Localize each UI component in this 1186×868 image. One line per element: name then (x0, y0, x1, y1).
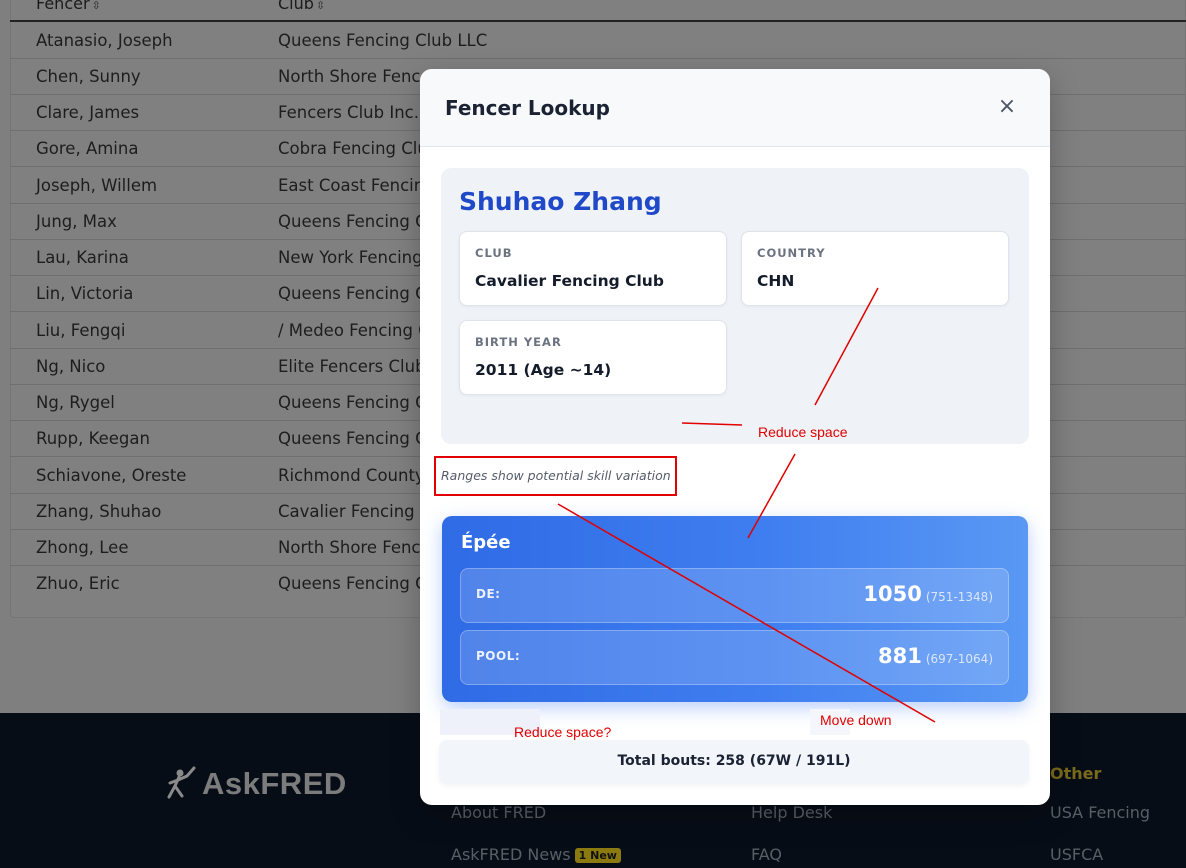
footer-link-about[interactable]: About FRED (451, 803, 546, 822)
new-badge: 1 New (574, 848, 621, 863)
epee-rating-card: Épée DE: 1050 (751-1348) POOL: 881 (697-10… (442, 516, 1028, 702)
fencer-name-cell: Zhuo, Eric (36, 574, 120, 593)
de-rating-value: 1050 (863, 582, 922, 606)
pool-rating-range: (697-1064) (925, 652, 993, 666)
pool-rating-value: 881 (878, 644, 922, 668)
fencer-name-cell: Lin, Victoria (36, 284, 134, 303)
footer-link-faq[interactable]: FAQ (751, 845, 782, 864)
total-bouts-box: Total bouts: 258 (67W / 191L) (439, 740, 1029, 784)
club-cell: Elite Fencers Club (278, 357, 426, 376)
fencer-lookup-modal: Fencer Lookup × Shuhao Zhang CLUB Cavali… (420, 69, 1050, 805)
club-info-card: CLUB Cavalier Fencing Club (459, 231, 727, 306)
total-bouts-text: Total bouts: 258 (67W / 191L) (617, 753, 851, 769)
footer-heading-other: Other (1050, 764, 1102, 783)
fencer-name-cell: Zhang, Shuhao (36, 502, 162, 521)
column-header-club[interactable]: Club ⇳ (278, 0, 325, 13)
club-cell: Queens Fencing C (278, 393, 427, 412)
de-rating-value-group: 1050 (751-1348) (863, 582, 993, 606)
fencer-profile-card: Shuhao Zhang CLUB Cavalier Fencing Club … (441, 168, 1029, 444)
footer-link-help-desk[interactable]: Help Desk (751, 803, 832, 822)
annotation-move-down: Move down (820, 712, 892, 728)
pool-rating-label: POOL: (476, 649, 521, 663)
club-value: Cavalier Fencing Club (475, 272, 664, 290)
fencer-name-cell: Zhong, Lee (36, 538, 129, 557)
club-cell: Queens Fencing C (278, 284, 427, 303)
fencer-name-cell: Ng, Rygel (36, 393, 115, 412)
club-cell: North Shore Fence (278, 67, 431, 86)
club-cell: East Coast Fencin (278, 176, 425, 195)
askfred-logo[interactable]: AskFRED (160, 766, 347, 802)
fencer-name-cell: Ng, Nico (36, 357, 106, 376)
logo-text: AskFRED (202, 766, 347, 801)
fencer-name-cell: Gore, Amina (36, 139, 139, 158)
weapon-title: Épée (461, 532, 511, 553)
fencer-name-cell: Lau, Karina (36, 248, 129, 267)
club-cell: New York Fencing (278, 248, 423, 267)
modal-title: Fencer Lookup (445, 96, 610, 120)
club-cell: Queens Fencing Club LLC (278, 31, 488, 50)
footer-link-usa-fencing[interactable]: USA Fencing (1050, 803, 1150, 822)
fencer-name: Shuhao Zhang (459, 187, 662, 216)
fencer-name-cell: Atanasio, Joseph (36, 31, 173, 50)
footer-link-usfca[interactable]: USFCA (1050, 845, 1103, 864)
annotation-highlight-box (434, 456, 677, 496)
club-cell: Queens Fencing C (278, 574, 427, 593)
table-row[interactable]: Atanasio, Joseph Queens Fencing Club LLC (10, 23, 1186, 59)
fencer-name-cell: Chen, Sunny (36, 67, 141, 86)
pool-rating-value-group: 881 (697-1064) (878, 644, 993, 668)
club-cell: Cavalier Fencing C (278, 502, 432, 521)
footer-link-news[interactable]: AskFRED News 1 New (451, 845, 621, 864)
fencer-name-cell: Clare, James (36, 103, 140, 122)
club-cell: North Shore Fence (278, 538, 431, 557)
club-cell: Cobra Fencing Clu (278, 139, 428, 158)
de-rating-row: DE: 1050 (751-1348) (460, 568, 1009, 623)
pool-rating-row: POOL: 881 (697-1064) (460, 630, 1009, 685)
sort-icon[interactable]: ⇳ (92, 0, 101, 12)
club-cell: / Medeo Fencing C (278, 321, 430, 340)
fencer-name-cell: Schiavone, Oreste (36, 466, 187, 485)
club-cell: Fencers Club Inc. (278, 103, 419, 122)
fencer-logo-icon (167, 766, 196, 799)
annotation-reduce-space: Reduce space (758, 424, 848, 440)
fencer-name-cell: Jung, Max (36, 212, 117, 231)
table-header: Fencer ⇳ Club ⇳ (10, 0, 1186, 22)
modal-header: Fencer Lookup × (420, 69, 1050, 147)
fencer-name-cell: Liu, Fengqi (36, 321, 126, 340)
fencer-name-cell: Rupp, Keegan (36, 429, 150, 448)
de-rating-range: (751-1348) (925, 590, 993, 604)
column-header-fencer-label: Fencer (36, 0, 90, 13)
column-header-club-label: Club (278, 0, 314, 13)
sort-icon[interactable]: ⇳ (316, 0, 325, 12)
club-cell: Queens Fencing C (278, 429, 427, 448)
country-label: COUNTRY (757, 246, 826, 260)
birth-year-label: BIRTH YEAR (475, 335, 562, 349)
close-icon[interactable]: × (995, 96, 1019, 120)
birth-year-info-card: BIRTH YEAR 2011 (Age ~14) (459, 320, 727, 395)
country-info-card: COUNTRY CHN (741, 231, 1009, 306)
de-rating-label: DE: (476, 587, 501, 601)
club-label: CLUB (475, 246, 513, 260)
country-value: CHN (757, 272, 795, 290)
club-cell: Queens Fencing C (278, 212, 427, 231)
annotation-reduce-space-question: Reduce space? (514, 724, 612, 740)
club-cell: Richmond County (278, 466, 425, 485)
footer-link-news-label: AskFRED News (451, 845, 571, 864)
birth-year-value: 2011 (Age ~14) (475, 361, 612, 379)
fencer-name-cell: Joseph, Willem (36, 176, 158, 195)
column-header-fencer[interactable]: Fencer ⇳ (36, 0, 101, 13)
